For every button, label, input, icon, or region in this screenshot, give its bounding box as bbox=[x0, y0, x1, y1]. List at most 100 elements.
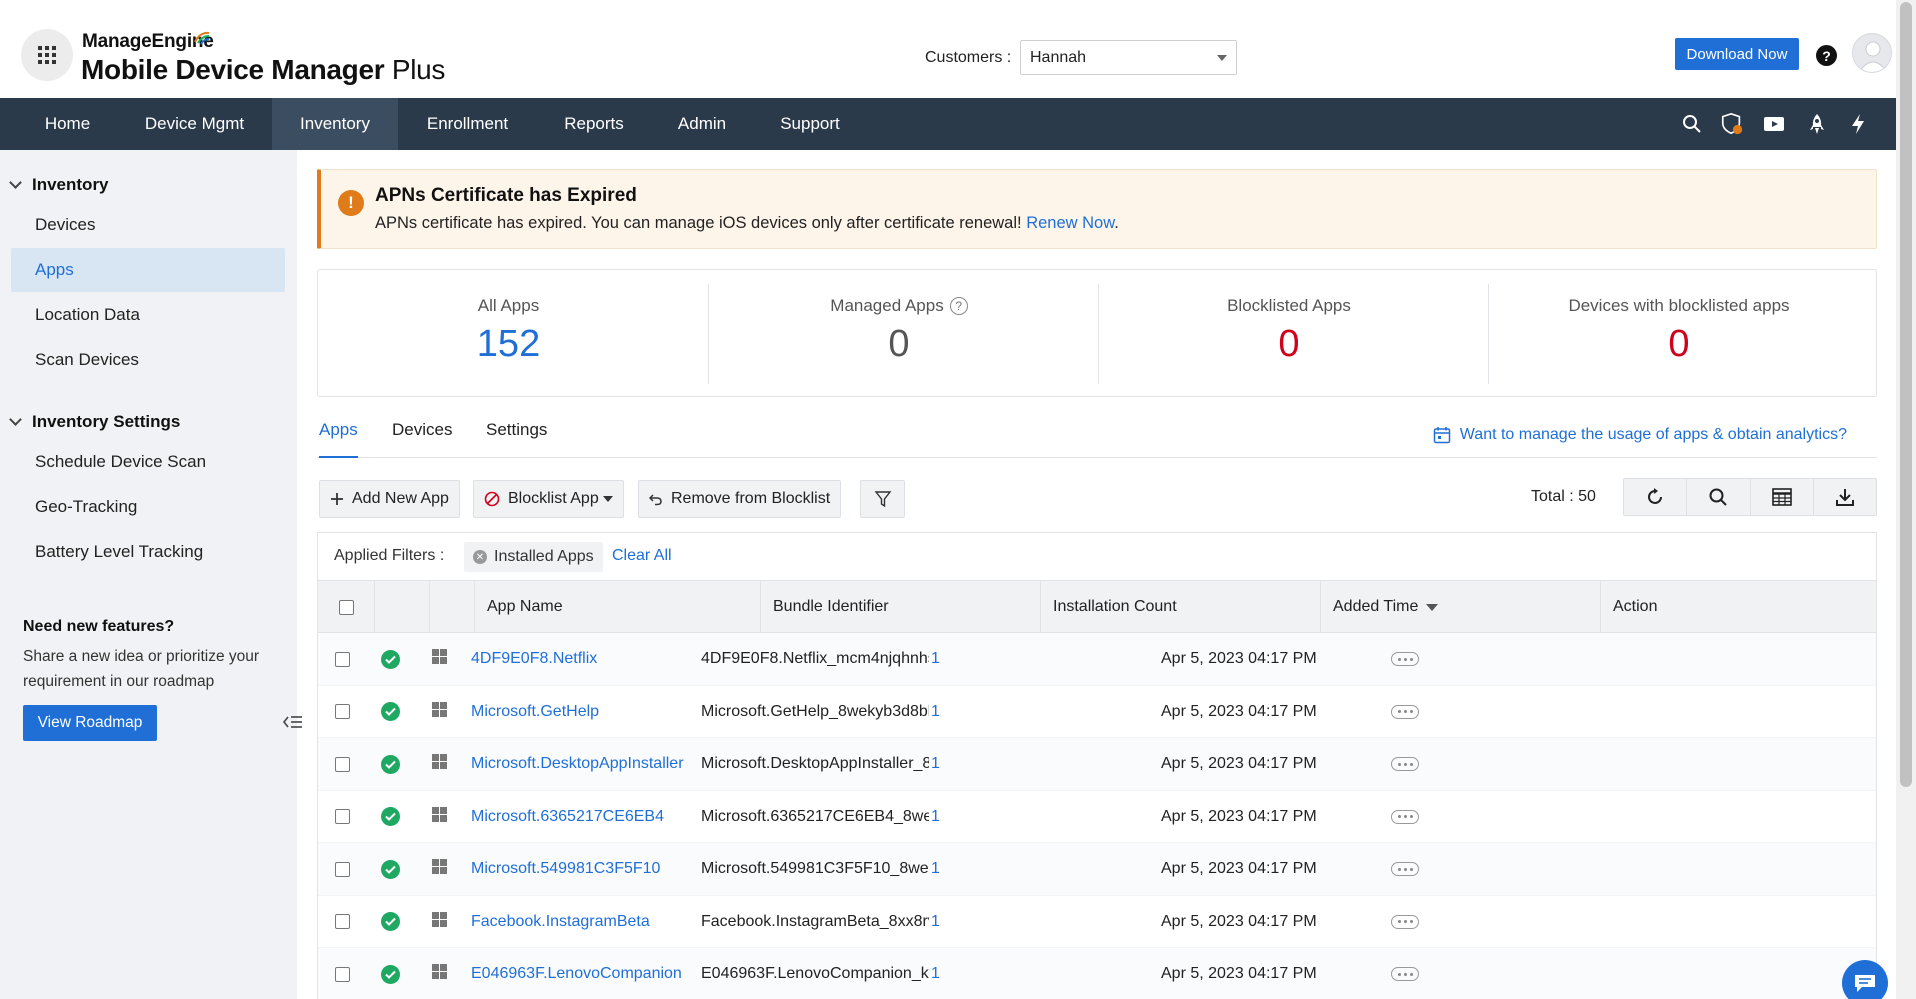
row-checkbox[interactable] bbox=[335, 861, 350, 877]
app-name-link[interactable]: Microsoft.GetHelp bbox=[471, 686, 599, 738]
sidebar-item-devices[interactable]: Devices bbox=[11, 203, 285, 247]
filter-chip-installed-apps[interactable]: ✕ Installed Apps bbox=[464, 542, 603, 572]
sidebar-item-schedule-device-scan[interactable]: Schedule Device Scan bbox=[11, 440, 285, 484]
columns-icon[interactable] bbox=[1751, 479, 1814, 515]
brand-product-suffix: Plus bbox=[391, 54, 446, 85]
sidebar-item-battery-level-tracking[interactable]: Battery Level Tracking bbox=[11, 530, 285, 574]
row-checkbox[interactable] bbox=[335, 809, 350, 824]
help-icon[interactable]: ? bbox=[1816, 45, 1837, 66]
rocket-icon[interactable] bbox=[1805, 112, 1829, 136]
row-checkbox[interactable] bbox=[335, 704, 350, 719]
close-icon[interactable]: ✕ bbox=[473, 550, 487, 564]
search-icon[interactable] bbox=[1687, 479, 1751, 515]
installation-count-link[interactable]: 1 bbox=[931, 633, 940, 685]
more-options-icon[interactable] bbox=[1391, 704, 1419, 719]
table-row[interactable]: Microsoft.549981C3F5F10 Microsoft.549981… bbox=[318, 843, 1876, 896]
clear-all-link[interactable]: Clear All bbox=[612, 547, 672, 565]
installation-count-link[interactable]: 1 bbox=[931, 948, 940, 999]
sidebar-item-scan-devices[interactable]: Scan Devices bbox=[11, 338, 285, 382]
nav-inventory[interactable]: Inventory bbox=[272, 98, 398, 150]
table-row[interactable]: 4DF9E0F8.Netflix 4DF9E0F8.Netflix_mcm4nj… bbox=[318, 633, 1876, 686]
avatar[interactable] bbox=[1852, 33, 1892, 73]
windows-icon bbox=[431, 806, 448, 828]
nav-device-mgmt[interactable]: Device Mgmt bbox=[128, 98, 261, 150]
view-roadmap-button[interactable]: View Roadmap bbox=[23, 705, 157, 741]
app-name-link[interactable]: Microsoft.549981C3F5F10 bbox=[471, 843, 660, 895]
more-options-icon[interactable] bbox=[1391, 862, 1419, 876]
app-name-link[interactable]: Microsoft.6365217CE6EB4 bbox=[471, 791, 664, 843]
nav-admin[interactable]: Admin bbox=[662, 98, 742, 150]
nav-home[interactable]: Home bbox=[25, 98, 110, 150]
stat-blocklisted-apps[interactable]: Blocklisted Apps 0 bbox=[1098, 284, 1479, 384]
more-options-icon[interactable] bbox=[1391, 914, 1419, 929]
column-header-added-time[interactable]: Added Time bbox=[1320, 581, 1600, 633]
installation-count-link[interactable]: 1 bbox=[931, 791, 940, 843]
column-header-installation-count[interactable]: Installation Count bbox=[1040, 581, 1320, 633]
sidebar-item-apps[interactable]: Apps bbox=[11, 248, 285, 292]
collapse-sidebar-icon[interactable] bbox=[281, 710, 305, 734]
nav-enrollment[interactable]: Enrollment bbox=[410, 98, 525, 150]
table-row[interactable]: Facebook.InstagramBeta Facebook.Instagra… bbox=[318, 896, 1876, 948]
row-checkbox[interactable] bbox=[335, 966, 350, 982]
add-new-app-button[interactable]: Add New App bbox=[319, 480, 460, 518]
app-name-link[interactable]: 4DF9E0F8.Netflix bbox=[471, 633, 597, 685]
column-header-app-name[interactable]: App Name bbox=[474, 581, 760, 633]
download-icon[interactable] bbox=[1814, 479, 1876, 515]
table-row[interactable]: Microsoft.GetHelp Microsoft.GetHelp_8wek… bbox=[318, 686, 1876, 738]
download-now-button[interactable]: Download Now bbox=[1675, 38, 1799, 70]
windows-icon bbox=[431, 911, 448, 933]
sidebar-section-inventory-settings[interactable]: Inventory Settings bbox=[9, 412, 180, 432]
installation-count-link[interactable]: 1 bbox=[931, 843, 940, 895]
chat-icon[interactable] bbox=[1842, 960, 1888, 999]
row-checkbox[interactable] bbox=[335, 756, 350, 772]
stat-managed-apps[interactable]: Managed Apps? 0 bbox=[708, 284, 1089, 384]
more-options-icon[interactable] bbox=[1391, 652, 1419, 666]
app-name-link[interactable]: Facebook.InstagramBeta bbox=[471, 896, 650, 948]
app-name-link[interactable]: E046963F.LenovoCompanion bbox=[471, 948, 682, 999]
table-row[interactable]: Microsoft.DesktopAppInstaller Microsoft.… bbox=[318, 738, 1876, 791]
app-name-link[interactable]: Microsoft.DesktopAppInstaller bbox=[471, 738, 684, 790]
analytics-link[interactable]: Want to manage the usage of apps & obtai… bbox=[1433, 426, 1847, 444]
installed-check-icon bbox=[381, 912, 400, 931]
sidebar-item-geo-tracking[interactable]: Geo-Tracking bbox=[11, 485, 285, 529]
select-all-checkbox[interactable] bbox=[338, 599, 354, 615]
more-options-icon[interactable] bbox=[1391, 757, 1419, 771]
tab-settings[interactable]: Settings bbox=[486, 420, 547, 458]
refresh-icon[interactable] bbox=[1624, 479, 1688, 515]
sidebar-item-location-data[interactable]: Location Data bbox=[11, 293, 285, 337]
tab-apps[interactable]: Apps bbox=[319, 420, 358, 458]
video-icon[interactable] bbox=[1762, 112, 1786, 136]
row-checkbox[interactable] bbox=[335, 914, 350, 929]
installation-count-link[interactable]: 1 bbox=[931, 686, 940, 738]
scrollbar-thumb[interactable] bbox=[1900, 2, 1912, 787]
status-cell bbox=[381, 686, 400, 738]
nav-support[interactable]: Support bbox=[768, 98, 852, 150]
installation-count-link[interactable]: 1 bbox=[931, 896, 940, 948]
row-checkbox[interactable] bbox=[335, 651, 350, 667]
column-header-bundle-identifier[interactable]: Bundle Identifier bbox=[760, 581, 1040, 633]
search-icon[interactable] bbox=[1680, 112, 1704, 136]
brand-product-name: Mobile Device Manager bbox=[81, 54, 385, 85]
remove-from-blocklist-button[interactable]: Remove from Blocklist bbox=[638, 480, 842, 518]
app-grid-icon[interactable] bbox=[21, 29, 73, 81]
stat-all-apps[interactable]: All Apps 152 bbox=[318, 284, 699, 384]
table-row[interactable]: E046963F.LenovoCompanion E046963F.Lenovo… bbox=[318, 948, 1876, 999]
nav-reports[interactable]: Reports bbox=[545, 98, 643, 150]
customers-select[interactable]: Hannah bbox=[1020, 40, 1237, 75]
shield-alert-icon[interactable] bbox=[1720, 112, 1744, 136]
installation-count-link[interactable]: 1 bbox=[931, 738, 940, 790]
filter-chip-label: Installed Apps bbox=[494, 548, 594, 565]
sidebar-section-inventory[interactable]: Inventory bbox=[9, 175, 109, 195]
table-row[interactable]: Microsoft.6365217CE6EB4 Microsoft.636521… bbox=[318, 791, 1876, 843]
blocklist-app-button[interactable]: Blocklist App bbox=[473, 480, 624, 518]
more-options-icon[interactable] bbox=[1391, 809, 1419, 824]
platform-cell bbox=[431, 686, 448, 738]
tab-devices[interactable]: Devices bbox=[392, 420, 452, 458]
more-options-icon[interactable] bbox=[1391, 967, 1419, 981]
stat-devices-with-blocklisted-apps[interactable]: Devices with blocklisted apps 0 bbox=[1488, 284, 1869, 384]
bolt-icon[interactable] bbox=[1846, 112, 1870, 136]
help-icon[interactable]: ? bbox=[949, 297, 968, 315]
filter-button[interactable] bbox=[860, 480, 905, 518]
renew-now-link[interactable]: Renew Now bbox=[1026, 214, 1114, 232]
page-scrollbar[interactable] bbox=[1896, 0, 1916, 999]
